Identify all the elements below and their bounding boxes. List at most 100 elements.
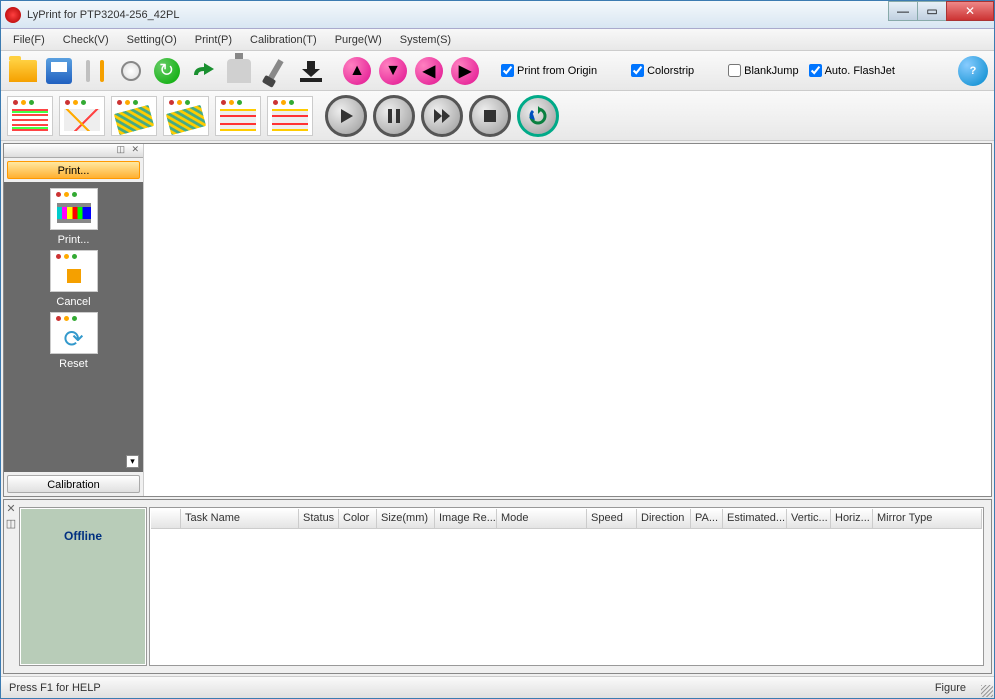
pause-button[interactable] [373,95,415,137]
go-button[interactable] [151,55,183,87]
menu-check[interactable]: Check(V) [55,32,117,48]
play-button[interactable] [325,95,367,137]
help-button[interactable]: ? [958,56,988,86]
bottom-panel-controls[interactable]: ✕◫ [4,500,18,673]
play-icon [336,106,356,126]
spray-button[interactable] [223,55,255,87]
side-panel-body: Print... Cancel Reset ▾ [4,182,143,472]
pattern-icon-1 [12,109,48,131]
sidebar-item-print[interactable]: Print... [50,188,98,246]
col-vertical[interactable]: Vertic... [787,509,831,528]
brush-icon [266,59,283,83]
minimize-button[interactable]: ― [888,1,918,21]
fastforward-button[interactable] [421,95,463,137]
save-button[interactable] [43,55,75,87]
brush-button[interactable] [259,55,291,87]
maximize-button[interactable]: ▭ [917,1,947,21]
col-taskname[interactable]: Task Name [181,509,299,528]
refresh-icon [528,106,548,126]
pattern-button-2[interactable] [59,96,105,136]
toolbar-main: ▲ ▼ ◀ ▶ Print from Origin Colorstrip Bla… [1,51,994,91]
spray-icon [227,59,251,83]
menu-purge[interactable]: Purge(W) [327,32,390,48]
menu-setting[interactable]: Setting(O) [119,32,185,48]
move-right-button[interactable]: ▶ [449,55,481,87]
pattern-icon-6 [272,109,308,131]
go-icon [154,58,180,84]
col-imageres[interactable]: Image Re... [435,509,497,528]
menu-system[interactable]: System(S) [392,32,459,48]
titlebar[interactable]: LyPrint for PTP3204-256_42PL ― ▭ ✕ [1,1,994,29]
menu-calibration[interactable]: Calibration(T) [242,32,325,48]
arrow-right-icon: ▶ [451,57,479,85]
col-direction[interactable]: Direction [637,509,691,528]
pattern-icon-3 [114,104,154,135]
sidebar-dropdown[interactable]: ▾ [126,455,139,468]
print-icon [50,188,98,230]
close-button[interactable]: ✕ [946,1,994,21]
task-table-header: Task Name Status Color Size(mm) Image Re… [151,509,982,529]
status-text: Offline [64,529,102,543]
side-panel-header[interactable] [4,144,143,158]
statusbar-figure: Figure [935,682,966,694]
arrow-down-icon: ▼ [379,57,407,85]
folder-icon [9,60,37,82]
col-color[interactable]: Color [339,509,377,528]
bulb-icon [121,61,141,81]
col-size[interactable]: Size(mm) [377,509,435,528]
col-mode[interactable]: Mode [497,509,587,528]
reset-icon [50,312,98,354]
help-icon: ? [970,65,977,77]
col-horizontal[interactable]: Horiz... [831,509,873,528]
main-area: Print... Print... Cancel Reset ▾ Calibra… [3,143,992,497]
redo-icon [190,61,216,81]
col-estimated[interactable]: Estimated... [723,509,787,528]
toolbar-pattern [1,91,994,141]
stop-button[interactable] [469,95,511,137]
tools-icon [82,58,108,84]
pattern-button-5[interactable] [215,96,261,136]
sidebar-item-cancel[interactable]: Cancel [50,250,98,308]
save-icon [46,58,72,84]
side-panel: Print... Print... Cancel Reset ▾ Calibra… [4,144,144,496]
bottom-panel: ✕◫ Offline Task Name Status Color Size(m… [3,499,992,674]
open-button[interactable] [7,55,39,87]
download-icon [298,59,324,83]
download-button[interactable] [295,55,327,87]
colorstrip-checkbox[interactable]: Colorstrip [631,64,694,77]
move-up-button[interactable]: ▲ [341,55,373,87]
menu-file[interactable]: File(F) [5,32,53,48]
window-title: LyPrint for PTP3204-256_42PL [27,9,179,21]
col-mirror[interactable]: Mirror Type [873,509,982,528]
col-speed[interactable]: Speed [587,509,637,528]
print-from-origin-checkbox[interactable]: Print from Origin [501,64,597,77]
move-left-button[interactable]: ◀ [413,55,445,87]
statusbar: Press F1 for HELP Figure [1,676,994,698]
refresh-button[interactable] [517,95,559,137]
menubar: File(F) Check(V) Setting(O) Print(P) Cal… [1,29,994,51]
pattern-button-1[interactable] [7,96,53,136]
accordion-calibration[interactable]: Calibration [7,475,140,493]
canvas-area[interactable] [144,144,991,496]
pattern-button-3[interactable] [111,96,157,136]
pattern-button-6[interactable] [267,96,313,136]
bulb-button[interactable] [115,55,147,87]
blankjump-checkbox[interactable]: BlankJump [728,64,798,77]
col-blank[interactable] [151,509,181,528]
menu-print[interactable]: Print(P) [187,32,240,48]
col-pa[interactable]: PA... [691,509,723,528]
pattern-button-4[interactable] [163,96,209,136]
arrow-left-icon: ◀ [415,57,443,85]
move-down-button[interactable]: ▼ [377,55,409,87]
status-box: Offline [20,508,146,665]
resize-grip[interactable] [981,685,993,697]
auto-flashjet-checkbox[interactable]: Auto. FlashJet [809,64,895,77]
tools-button[interactable] [79,55,111,87]
accordion-print[interactable]: Print... [7,161,140,179]
app-icon [5,7,21,23]
sidebar-item-reset[interactable]: Reset [50,312,98,370]
col-status[interactable]: Status [299,509,339,528]
stop-icon [480,106,500,126]
app-window: LyPrint for PTP3204-256_42PL ― ▭ ✕ File(… [0,0,995,699]
redo-button[interactable] [187,55,219,87]
